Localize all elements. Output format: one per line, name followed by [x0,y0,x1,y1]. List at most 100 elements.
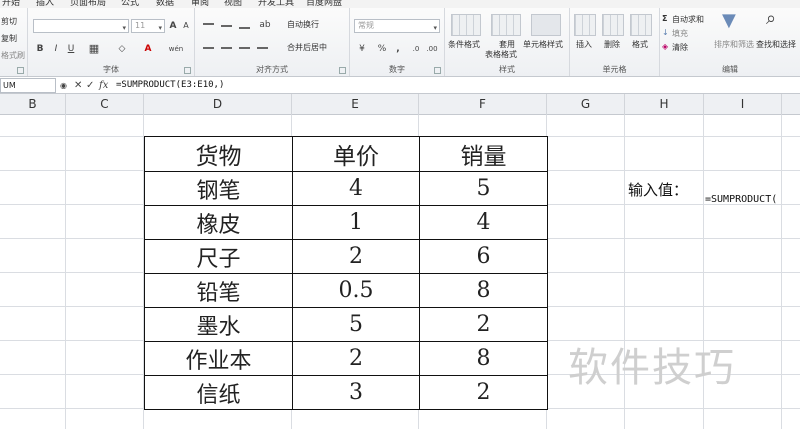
clear-icon[interactable]: ◈ [662,42,668,51]
font-name-select[interactable]: ▾ [33,19,129,33]
bold-button[interactable]: B [32,42,48,56]
header-unit-price[interactable]: 单价 [292,136,420,172]
tab-data[interactable]: 数据 [156,0,174,8]
cell-unit-price[interactable]: 2 [292,239,420,274]
cell-sales[interactable]: 2 [419,375,548,410]
shrink-font-button[interactable]: A [178,19,194,33]
find-select-button[interactable]: 查找和选择 [756,39,796,50]
cell-sales[interactable]: 8 [419,273,548,308]
autosum-button[interactable]: 自动求和 [672,14,704,25]
sort-filter-button[interactable]: 排序和筛选 [714,39,754,50]
cell-unit-price[interactable]: 0.5 [292,273,420,308]
number-launcher-icon[interactable] [434,67,441,74]
cell-sales[interactable]: 8 [419,341,548,376]
decrease-indent-icon[interactable] [257,47,268,49]
header-sales[interactable]: 销量 [419,136,548,172]
tab-review[interactable]: 审阅 [191,0,209,8]
wrap-text-button[interactable]: 自动换行 [287,19,319,30]
delete-cells-icon[interactable] [602,14,624,36]
align-middle-icon[interactable] [221,25,232,27]
increase-decimal-icon[interactable]: .0 [408,42,424,56]
insert-cells-button[interactable]: 插入 [576,39,592,50]
column-header-i[interactable]: I [704,94,782,115]
cell-unit-price[interactable]: 5 [292,307,420,342]
align-right-icon[interactable] [239,47,250,49]
tab-home[interactable]: 开始 [2,0,20,8]
column-header-g[interactable]: G [547,94,625,115]
column-header-h[interactable]: H [625,94,704,115]
insert-function-icon[interactable]: fx [99,78,108,93]
conditional-format-icon[interactable] [451,14,481,36]
cell-unit-price[interactable]: 3 [292,375,420,410]
formula-input[interactable]: =SUMPRODUCT(E3:E10,) [116,78,224,93]
format-cells-icon[interactable] [630,14,652,36]
phonetic-button[interactable]: wén [168,42,184,56]
cell-sales[interactable]: 4 [419,205,548,240]
cancel-icon[interactable]: ✕ [74,78,82,93]
borders-icon[interactable]: ▦ [86,42,102,56]
cell-goods[interactable]: 橡皮 [144,205,293,240]
column-header-c[interactable]: C [66,94,144,115]
conditional-format-button[interactable]: 条件格式 [448,39,480,50]
table-format-icon[interactable] [491,14,521,36]
input-value-label[interactable]: 输入值： [628,179,688,200]
name-box-dropdown-icon[interactable]: ◉ [60,78,67,93]
delete-cells-button[interactable]: 删除 [604,39,620,50]
input-formula-cell[interactable]: =SUMPRODUCT( [705,194,777,205]
insert-cells-icon[interactable] [574,14,596,36]
fill-icon[interactable]: ↓ [662,28,669,37]
header-goods[interactable]: 货物 [144,136,293,172]
cell-unit-price[interactable]: 2 [292,341,420,376]
binoculars-icon[interactable]: ⌕ [766,8,776,29]
currency-button[interactable]: ¥ [354,42,370,56]
italic-button[interactable]: I [48,42,64,56]
cell-sales[interactable]: 6 [419,239,548,274]
cell-styles-button[interactable]: 单元格样式 [523,39,563,50]
format-painter-button[interactable]: 格式刷 [1,50,25,61]
tab-developer[interactable]: 开发工具 [258,0,294,8]
font-launcher-icon[interactable] [184,67,191,74]
alignment-launcher-icon[interactable] [339,67,346,74]
clear-button[interactable]: 清除 [672,42,688,53]
align-top-icon[interactable] [203,23,214,25]
cell-goods[interactable]: 墨水 [144,307,293,342]
align-bottom-icon[interactable] [239,27,250,29]
percent-button[interactable]: % [374,42,390,56]
column-header-d[interactable]: D [144,94,292,115]
worksheet-grid[interactable]: 货物 单价 销量 钢笔 4 5 橡皮 1 4 尺子 2 6 铅笔 0.5 8 墨… [0,115,800,429]
sort-filter-icon[interactable]: ▼ [722,10,736,31]
clipboard-launcher-icon[interactable] [17,67,24,74]
align-center-icon[interactable] [221,47,232,49]
underline-button[interactable]: U [63,42,79,56]
cell-sales[interactable]: 2 [419,307,548,342]
tab-view[interactable]: 视图 [224,0,242,8]
font-size-select[interactable]: 11 ▾ [131,19,165,33]
cell-goods[interactable]: 尺子 [144,239,293,274]
cell-goods[interactable]: 作业本 [144,341,293,376]
tab-baidu-netdisk[interactable]: 百度网盘 [306,0,342,8]
number-format-select[interactable]: 常规 ▾ [354,19,440,33]
cell-goods[interactable]: 信纸 [144,375,293,410]
tab-page-layout[interactable]: 页面布局 [70,0,106,8]
enter-icon[interactable]: ✓ [86,78,94,93]
fill-color-icon[interactable]: ◇ [114,42,130,56]
copy-button[interactable]: 复制 [1,33,17,44]
cell-goods[interactable]: 铅笔 [144,273,293,308]
cell-unit-price[interactable]: 4 [292,171,420,206]
column-header-b[interactable]: B [0,94,66,115]
align-left-icon[interactable] [203,47,214,49]
comma-button[interactable]: , [390,42,406,56]
decrease-decimal-icon[interactable]: .00 [424,42,440,56]
column-header-e[interactable]: E [292,94,419,115]
cell-unit-price[interactable]: 1 [292,205,420,240]
tab-insert[interactable]: 插入 [36,0,54,8]
name-box[interactable]: UM [0,78,56,93]
cell-styles-icon[interactable] [531,14,561,36]
format-cells-button[interactable]: 格式 [632,39,648,50]
column-header-f[interactable]: F [419,94,547,115]
orientation-icon[interactable]: ab [257,18,273,32]
cell-sales[interactable]: 5 [419,171,548,206]
cell-goods[interactable]: 钢笔 [144,171,293,206]
tab-formulas[interactable]: 公式 [121,0,139,8]
fill-button[interactable]: 填充 [672,28,688,39]
